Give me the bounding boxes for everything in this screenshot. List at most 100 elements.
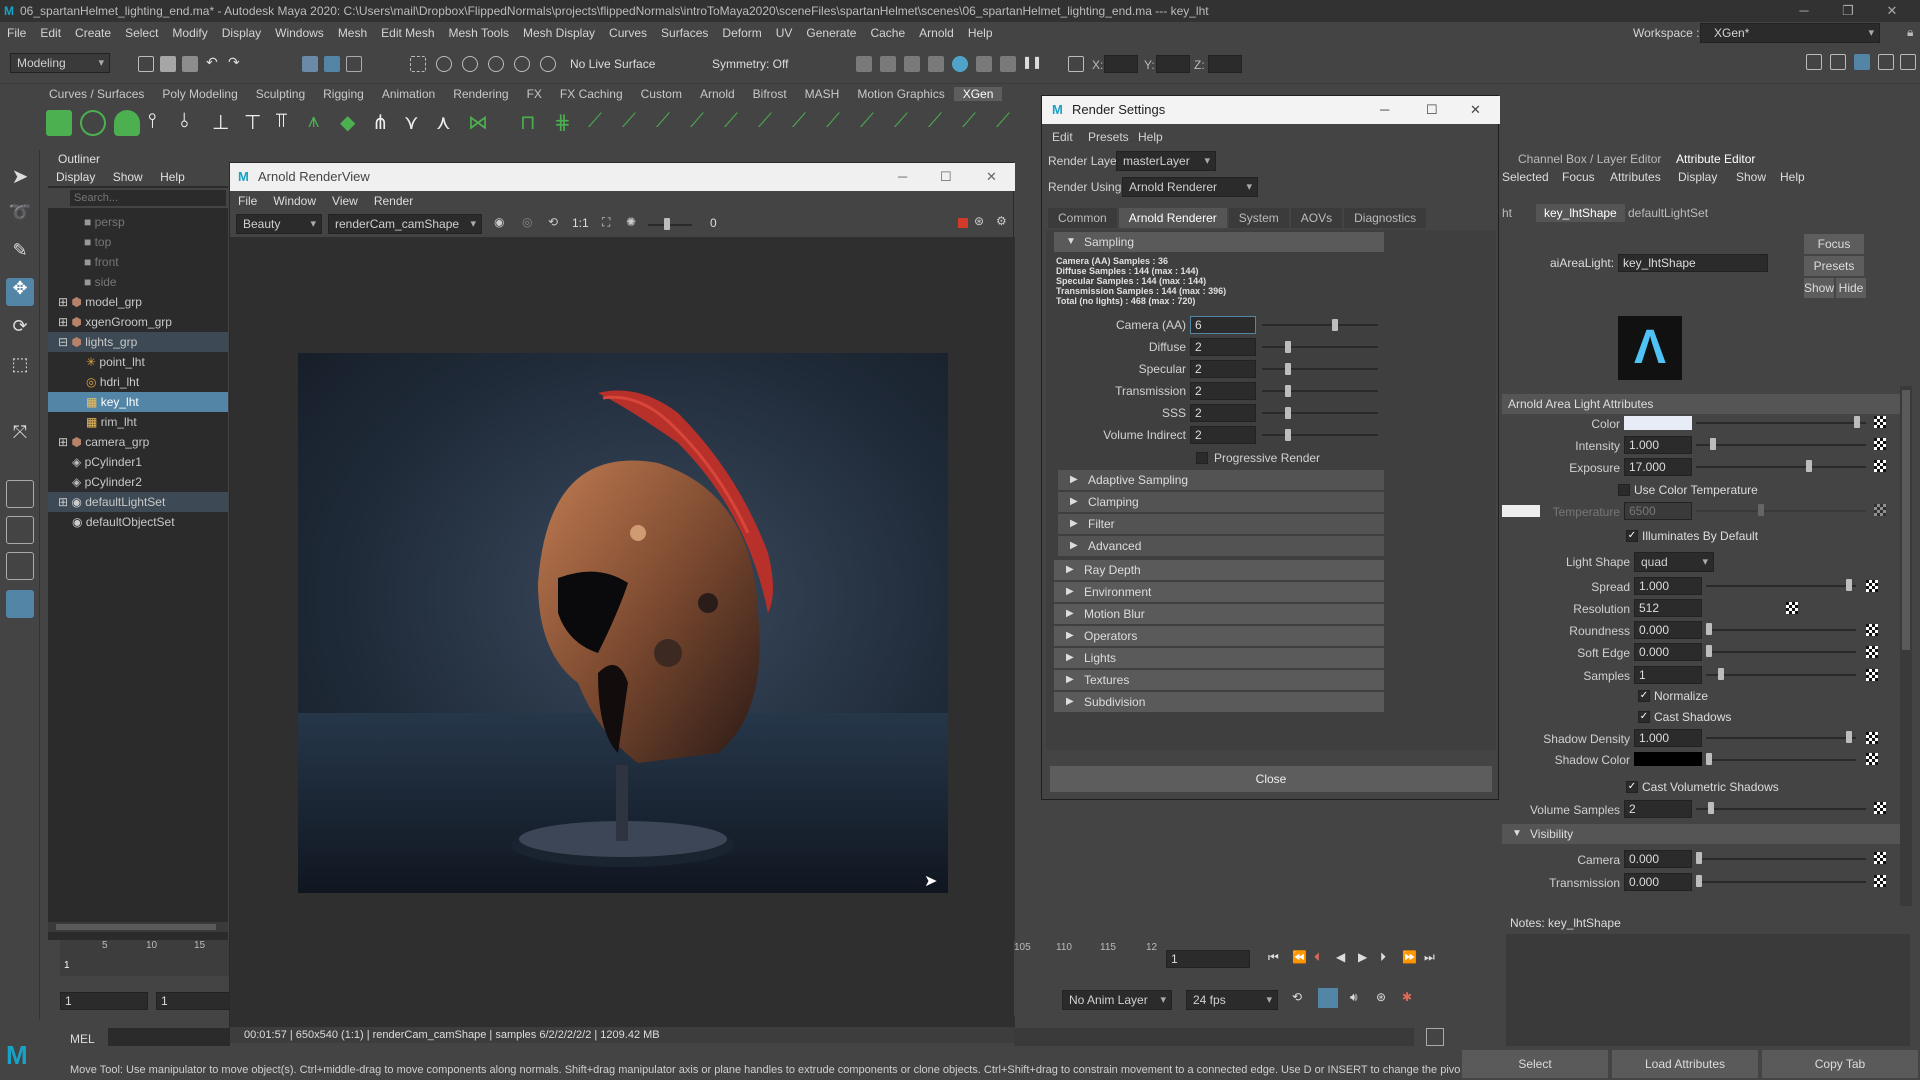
snap-rotate-icon[interactable] [540,56,556,72]
time-slider[interactable]: 5 10 15 1 [60,940,230,976]
outliner-menu-show[interactable]: Show [113,170,143,184]
scale-tool-icon[interactable]: ⬚ [6,354,34,382]
shadow-color-swatch[interactable] [1634,752,1702,766]
y-field[interactable] [1156,55,1190,73]
ae-hide-button[interactable]: Hide [1836,278,1866,298]
ae-menu-selected[interactable]: Selected [1502,170,1549,184]
menu-modify[interactable]: Modify [165,26,214,40]
xgen-modifier-icon-13[interactable]: ⟋ [928,110,954,136]
volume-samples-field[interactable]: 2 [1624,800,1692,818]
ae-node-name-field[interactable]: key_lhtShape [1618,254,1768,272]
two-view-icon[interactable] [6,552,34,580]
color-slider-knob[interactable] [1854,416,1860,428]
step-forward-key-icon[interactable]: ⏵ [1380,950,1386,965]
ae-menu-show[interactable]: Show [1736,170,1766,184]
menu-mesh-tools[interactable]: Mesh Tools [442,26,516,40]
frame-icon[interactable]: ⛶ [602,215,610,230]
go-to-end-icon[interactable]: ⏭ [1424,950,1435,965]
layout-icon-5[interactable] [1900,54,1916,70]
xgen-modifier-icon-1[interactable]: ⊓ [520,110,546,136]
renderview-menu-file[interactable]: File [230,194,265,208]
renderview-menu-render[interactable]: Render [366,194,421,208]
outliner-menu-help[interactable]: Help [160,170,185,184]
filter-header[interactable]: ▶ Filter [1058,514,1384,534]
spread-map-button[interactable] [1866,580,1878,592]
play-backward-icon[interactable]: ◀ [1336,950,1345,964]
menu-create[interactable]: Create [68,26,118,40]
menu-display[interactable]: Display [215,26,268,40]
menu-arnold[interactable]: Arnold [912,26,961,40]
xgen-modifier-icon-2[interactable]: ⋕ [554,110,580,136]
four-view-icon[interactable] [6,516,34,544]
exposure-slider[interactable] [1696,466,1866,468]
ipr-icon[interactable]: ◎ [522,215,532,229]
snap-view-icon[interactable] [488,56,504,72]
select-hierarchy-icon[interactable] [302,56,318,72]
shelf-tab-fx-caching[interactable]: FX Caching [551,87,632,101]
rs-tab-aovs[interactable]: AOVs [1290,208,1343,228]
play-forward-icon[interactable]: ▶ [1358,950,1367,964]
ae-select-button[interactable]: Select [1462,1050,1608,1078]
rs-maximize-button[interactable]: ☐ [1426,96,1438,124]
camera-visibility-field[interactable]: 0.000 [1624,850,1692,868]
current-frame-field[interactable]: 1 [1166,950,1250,968]
xgen-modifier-icon-12[interactable]: ⟋ [894,110,920,136]
sss-slider[interactable] [1262,412,1378,414]
samples-field[interactable]: 1 [1634,666,1702,684]
motion-blur-header[interactable]: ▶ Motion Blur [1054,604,1384,624]
shelf-tab-bifrost[interactable]: Bifrost [744,87,796,101]
ae-menu-focus[interactable]: Focus [1562,170,1595,184]
xgen-guide-icon-4[interactable]: ⊤ [244,110,270,136]
outliner-item-xgengroom-grp[interactable]: ⊞ ⬢ xgenGroom_grp [48,312,228,332]
xgen-description-icon[interactable] [114,110,140,136]
menu-mesh-display[interactable]: Mesh Display [516,26,602,40]
new-scene-icon[interactable] [138,56,154,72]
menu-deform[interactable]: Deform [715,26,768,40]
ae-tab-channel-box[interactable]: Channel Box / Layer Editor [1518,152,1661,166]
paint-select-icon[interactable]: ✎ [6,240,34,268]
shadow-color-slider[interactable] [1706,759,1856,761]
notes-area[interactable] [1506,934,1910,1046]
render-frame-icon[interactable] [856,56,872,72]
rs-menu-help[interactable]: Help [1138,130,1163,144]
spread-field[interactable]: 1.000 [1634,577,1702,595]
shelf-tab-custom[interactable]: Custom [632,87,691,101]
sss-slider-knob[interactable] [1285,407,1292,419]
specular-slider-knob[interactable] [1285,363,1292,375]
camera-visibility-map-button[interactable] [1874,852,1886,864]
open-scene-icon[interactable] [160,56,176,72]
operators-header[interactable]: ▶ Operators [1054,626,1384,646]
camera-aa-slider-knob[interactable] [1331,319,1338,331]
outliner-item-defaultlightset[interactable]: ⊞ ◉ defaultLightSet [48,492,228,512]
layout-icon-3[interactable] [1854,54,1870,70]
workspace-dropdown[interactable]: XGen* [1700,23,1880,43]
shelf-tab-rigging[interactable]: Rigging [314,87,373,101]
xgen-guide-icon-3[interactable]: ⊥ [212,110,238,136]
expand-icon[interactable]: ⊞ [58,435,68,449]
xgen-modifier-icon-6[interactable]: ⟋ [690,110,716,136]
rs-tab-arnold-renderer[interactable]: Arnold Renderer [1118,208,1227,228]
cast-shadows-checkbox[interactable]: ✓ [1638,711,1650,723]
menu-file[interactable]: File [0,26,33,40]
textures-header[interactable]: ▶ Textures [1054,670,1384,690]
volume-samples-slider-knob[interactable] [1708,802,1714,814]
render-settings-icon[interactable] [928,56,944,72]
refresh-icon[interactable]: ⟲ [548,215,558,229]
xgen-guide-icon-6[interactable]: ⩚ [308,110,334,136]
xgen-modifier-icon-9[interactable]: ⟋ [792,110,818,136]
diffuse-slider[interactable] [1262,346,1378,348]
ae-scrollbar[interactable] [1900,386,1912,906]
xgen-modifier-icon-8[interactable]: ⟋ [758,110,784,136]
layout-icon-1[interactable] [1806,54,1822,70]
outliner-search-input[interactable] [70,190,226,206]
sss-field[interactable]: 2 [1190,404,1256,422]
spread-slider-knob[interactable] [1846,579,1852,591]
snap-surface-icon[interactable] [514,56,530,72]
ratio-label[interactable]: 1:1 [572,216,589,230]
rotate-tool-icon[interactable]: ⟳ [6,316,34,344]
roundness-field[interactable]: 0.000 [1634,621,1702,639]
menu-uv[interactable]: UV [769,26,800,40]
camera-visibility-slider-knob[interactable] [1696,852,1702,864]
command-lang-label[interactable]: MEL [70,1032,95,1046]
xgen-guide-icon-5[interactable]: ⫪ [276,110,302,136]
